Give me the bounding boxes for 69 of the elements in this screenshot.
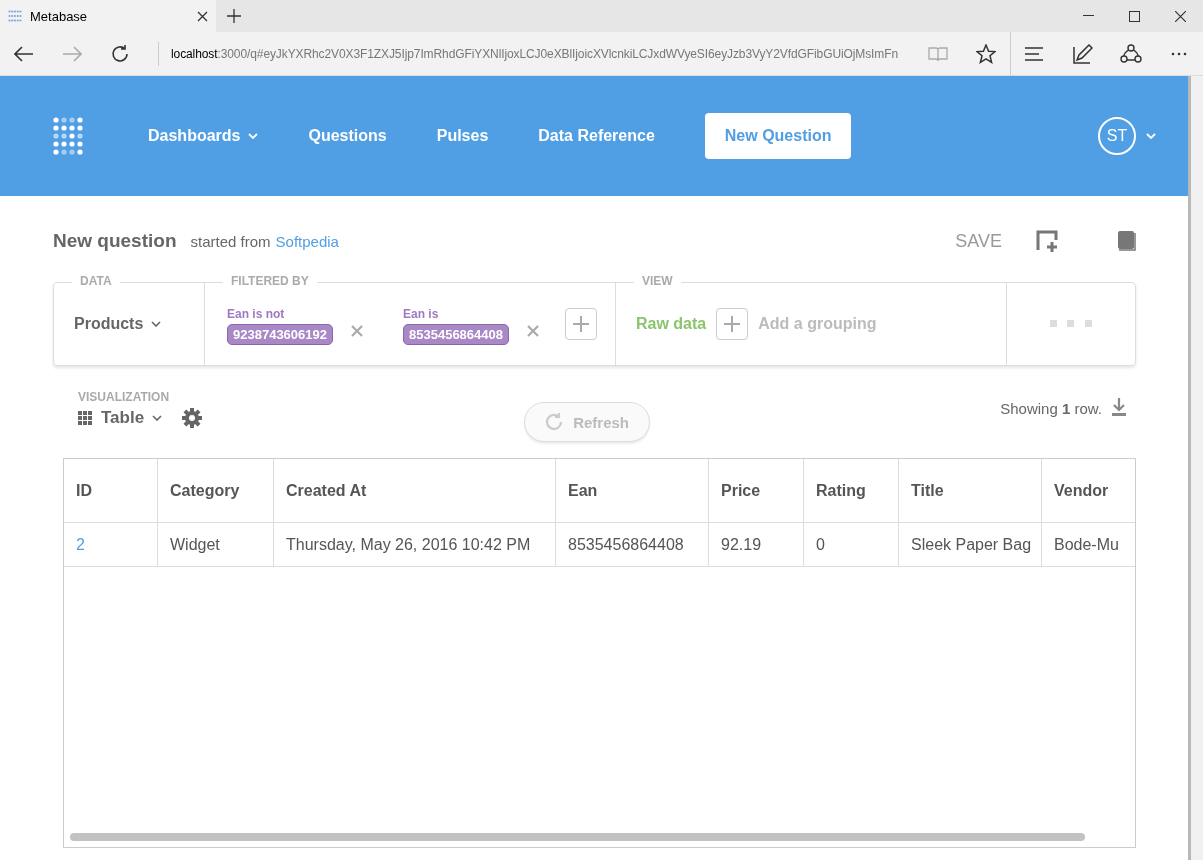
started-from-text: started from [190,232,271,250]
chevron-down-icon [151,321,162,327]
column-header[interactable]: Vendor [1042,459,1135,522]
page-scrollbar[interactable] [1188,76,1203,860]
metabase-logo-icon [52,115,84,157]
column-header[interactable]: ID [64,459,158,522]
visualization-label: VISUALIZATION [78,390,171,404]
maximize-icon[interactable] [1128,10,1140,22]
table-cell: 8535456864408 [556,523,709,566]
section-label: DATA [72,274,120,288]
plus-icon [724,316,741,332]
column-header[interactable]: Rating [804,459,899,522]
browser-tab[interactable]: Metabase [0,0,216,32]
visualization-picker[interactable]: Table [78,408,163,428]
minimize-icon[interactable] [1082,15,1094,17]
new-tab-icon[interactable] [227,9,241,23]
tab-title: Metabase [30,8,89,24]
table-cell: 0 [804,523,899,566]
close-icon[interactable] [197,10,208,22]
table-cell: Bode-Mu [1042,523,1135,566]
nav-link[interactable]: Data Reference [538,127,655,145]
save-button[interactable]: SAVE [955,230,1002,252]
horizontal-scrollbar[interactable] [70,833,1085,841]
section-label: VIEW [634,274,681,288]
filter-label: Ean is not [227,307,286,321]
chevron-down-icon[interactable] [1146,133,1156,139]
table-cell: Sleek Paper Bag [899,523,1042,566]
column-header[interactable]: Title [899,459,1042,522]
metabase-logo-icon [8,10,22,22]
user-avatar[interactable]: ST [1098,117,1136,155]
settings-icon[interactable] [182,408,203,428]
grid-icon [78,410,93,426]
question-title: New question [53,230,177,252]
filter-value-pill[interactable]: 9238743606192 [227,324,333,345]
data-source-picker[interactable]: Products [54,315,204,333]
refresh-button[interactable]: Refresh [524,402,650,442]
refresh-icon [545,413,564,431]
book-icon[interactable] [1118,231,1136,251]
refresh-icon[interactable] [110,43,130,64]
table-cell: Widget [158,523,274,566]
column-header[interactable]: Ean [556,459,709,522]
more-icon[interactable] [1171,51,1187,56]
nav-link[interactable]: Questions [308,127,387,145]
web-note-icon[interactable] [1073,43,1093,64]
add-to-dashboard-icon[interactable] [1036,230,1058,252]
download-icon[interactable] [1112,398,1126,416]
column-header[interactable]: Price [709,459,804,522]
view-mode[interactable]: Raw data [636,315,707,333]
close-icon[interactable] [1174,10,1186,22]
table-cell: 92.19 [709,523,804,566]
nav-link[interactable]: Dashboards [148,127,259,145]
row-count-text: Showing 1 row. [1000,400,1102,417]
column-header[interactable]: Created At [274,459,556,522]
chevron-down-icon [152,415,163,421]
section-label: FILTERED BY [223,274,317,288]
star-icon[interactable] [976,43,996,64]
column-header[interactable]: Category [158,459,274,522]
filter-label: Ean is [403,307,440,321]
plus-icon [573,316,589,332]
id-link[interactable]: 2 [64,523,158,566]
filter-value-pill[interactable]: 8535456864408 [403,324,509,345]
new-question-button[interactable]: New Question [704,113,852,159]
nav-link[interactable]: Pulses [436,127,489,145]
back-icon[interactable] [14,45,34,62]
add-grouping-link[interactable]: Add a grouping [758,315,877,333]
source-link[interactable]: Softpedia [275,232,339,250]
hub-icon[interactable] [1025,46,1045,61]
table-cell: Thursday, May 26, 2016 10:42 PM [274,523,556,566]
share-icon[interactable] [1120,43,1142,64]
